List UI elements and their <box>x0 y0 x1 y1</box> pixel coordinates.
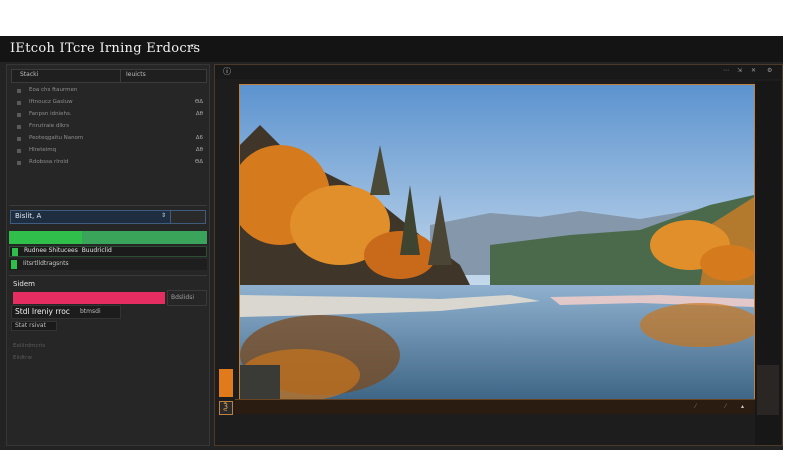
filmstrip: ⁄ ⁄ ▴ <box>235 399 755 414</box>
option-row-a-label: Rudnee Shitucees Buudriclid <box>24 247 112 254</box>
divider <box>9 205 207 206</box>
stat-chip-label: Stat rsivat <box>15 322 46 329</box>
gear-icon[interactable]: ⚙ <box>767 67 772 74</box>
progress-bar <box>9 231 207 244</box>
list-item-label: Rdobssa rlroid <box>29 159 69 165</box>
faint-label-1: Eeliirdmcris <box>13 343 46 349</box>
bullet-icon <box>17 89 21 93</box>
list-item-label: Fnrutraie dlkrs <box>29 123 70 129</box>
apply-button-label: Bdslidsi <box>171 294 194 301</box>
bullet-icon <box>17 113 21 117</box>
list-item[interactable]: Hlreteimq Δθ <box>11 147 207 157</box>
faint-label-2: Eiidtrw <box>13 355 32 361</box>
list-item-label: Hlreteimq <box>29 147 57 153</box>
apply-button[interactable]: Bdslidsi <box>167 290 207 306</box>
stats-field[interactable]: Stdl Ireniy rroc btmsdi <box>11 305 121 319</box>
green-swatch <box>12 248 18 256</box>
list-item-value: Δθ <box>195 147 203 153</box>
select-arrow-icon: ⇕ <box>161 212 167 219</box>
preset-select-value: Bislit, A <box>15 212 42 220</box>
viewer-toolbar: ⓘ ⋯ ⇲ ✕ ⚙ <box>215 65 782 79</box>
option-row-b[interactable]: Iitsrtlldtragsnts <box>9 259 207 270</box>
pink-slider-bar[interactable] <box>13 292 165 304</box>
list-item[interactable]: Fanpsn idniehs. Δθ <box>11 111 207 121</box>
option-row-a[interactable]: Rudnee Shitucees Buudriclid <box>9 246 207 257</box>
window-close-icon[interactable]: ▫ <box>190 42 196 52</box>
bullet-icon <box>17 125 21 129</box>
list-item-value: ΘΔ <box>194 99 203 105</box>
stats-label: Stdl Ireniy rroc <box>15 307 70 316</box>
list-item-label: Iftnoucz Gasluw <box>29 99 73 105</box>
title-bar: IEtcoh ITcre Irning Erdocrs ▫ <box>0 36 783 62</box>
info-icon[interactable]: ⓘ <box>223 66 231 77</box>
landscape-image <box>239 84 755 400</box>
image-viewer: ⓘ ⋯ ⇲ ✕ ⚙ Ѯ ⁄ ⁄ ▴ <box>214 64 783 446</box>
tab-bar: Stacki Ieuicts <box>11 69 207 83</box>
orange-side-tab[interactable] <box>219 369 233 397</box>
progress-fill <box>9 231 82 244</box>
strip-mark: ⁄ <box>695 403 697 410</box>
bottom-marker[interactable]: Ѯ <box>219 401 233 415</box>
landscape-graphic <box>240 85 754 399</box>
list-item-value: ΘΔ <box>194 159 203 165</box>
item-list: Eoa chs ftaurmen Iftnoucz Gasluw ΘΔ Fanps… <box>11 87 207 195</box>
list-item[interactable]: Iftnoucz Gasluw ΘΔ <box>11 99 207 109</box>
section-label: Sidem <box>13 280 35 288</box>
stat-chip[interactable]: Stat rsivat <box>11 321 57 331</box>
list-item[interactable]: Eoa chs ftaurmen <box>11 87 207 97</box>
bullet-icon <box>17 161 21 165</box>
more-icon[interactable]: ⋯ <box>723 67 729 74</box>
list-item[interactable]: Fnrutraie dlkrs <box>11 123 207 133</box>
list-item-value: Δθ <box>195 111 203 117</box>
list-item-label: Fanpsn idniehs. <box>29 111 72 117</box>
corner-marker: ▴ <box>741 403 745 410</box>
select-extra <box>170 211 205 223</box>
preset-select[interactable]: Bislit, A ⇕ <box>10 210 206 224</box>
strip-mark: ⁄ <box>725 403 727 410</box>
close-icon[interactable]: ✕ <box>751 67 756 74</box>
window-title: IEtcoh ITcre Irning Erdocrs <box>10 41 201 56</box>
list-item-value: Δ6 <box>195 135 203 141</box>
bullet-icon <box>17 137 21 141</box>
list-item-label: Eoa chs ftaurmen <box>29 87 78 93</box>
option-row-b-label: Iitsrtlldtragsnts <box>23 260 69 267</box>
resize-icon[interactable]: ⇲ <box>737 67 742 74</box>
tab-ieuicts[interactable]: Ieuicts <box>126 71 146 78</box>
bullet-icon <box>17 101 21 105</box>
tab-stacki[interactable]: Stacki <box>20 71 38 78</box>
green-swatch <box>11 260 17 269</box>
left-panel: Stacki Ieuicts Eoa chs ftaurmen Iftnoucz… <box>6 64 210 446</box>
stats-suffix: btmsdi <box>80 308 101 315</box>
progress-rest <box>82 231 207 244</box>
tab-divider <box>120 70 121 82</box>
list-item[interactable]: Rdobssa rlroid ΘΔ <box>11 159 207 169</box>
bullet-icon <box>17 149 21 153</box>
rock-thumbnail <box>757 365 779 415</box>
list-item-label: Peoteqgaitu Nanom <box>29 135 84 141</box>
bottom-marker-glyph: Ѯ <box>223 402 229 411</box>
app-window: IEtcoh ITcre Irning Erdocrs ▫ Stacki Ieu… <box>0 36 783 450</box>
list-item[interactable]: Peoteqgaitu Nanom Δ6 <box>11 135 207 145</box>
